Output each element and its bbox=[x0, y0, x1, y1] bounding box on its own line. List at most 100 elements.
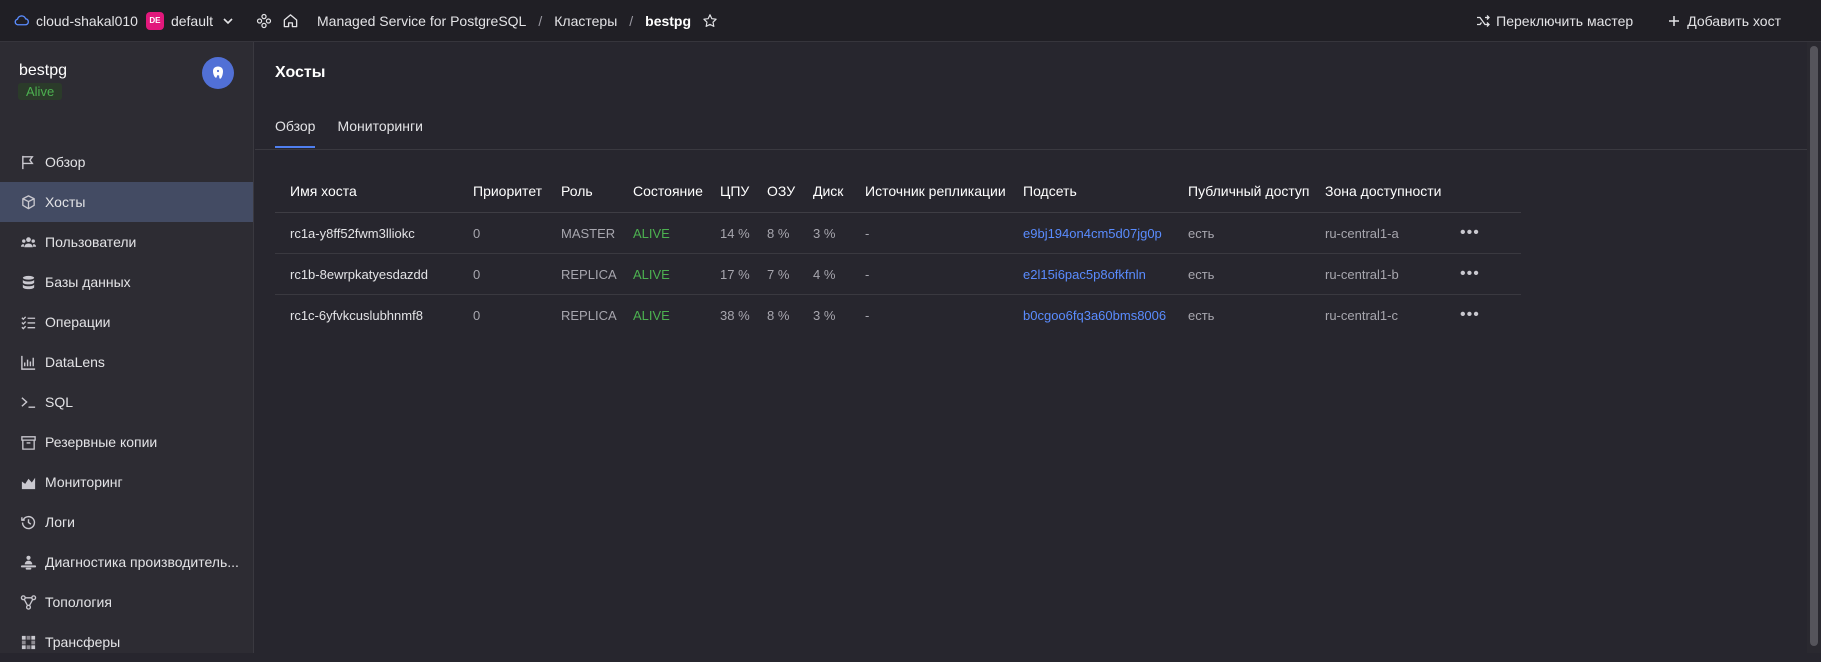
disk: 4 % bbox=[813, 266, 836, 282]
column-header[interactable]: Имя хоста bbox=[275, 183, 458, 199]
column-header[interactable]: Публичный доступ bbox=[1173, 183, 1310, 199]
sidebar-item-label: Базы данных bbox=[45, 274, 131, 290]
sidebar-item-overview[interactable]: Обзор bbox=[0, 142, 253, 182]
subnet-link[interactable]: b0cgoo6fq3a60bms8006 bbox=[1008, 308, 1173, 323]
status-badge: Alive bbox=[18, 83, 63, 100]
sidebar-item-sql[interactable]: SQL bbox=[0, 382, 253, 422]
column-header[interactable]: Подсеть bbox=[1008, 183, 1173, 199]
star-icon[interactable] bbox=[701, 12, 719, 30]
transfer-icon bbox=[19, 633, 37, 651]
shuffle-icon bbox=[1477, 15, 1491, 27]
breadcrumb: Managed Service for PostgreSQL / Кластер… bbox=[317, 12, 692, 29]
subnet-link[interactable]: e9bj194on4cm5d07jg0p bbox=[1008, 226, 1173, 241]
list-check-icon bbox=[19, 313, 37, 331]
tab-overview[interactable]: Обзор bbox=[275, 118, 316, 149]
more-actions-icon[interactable]: ••• bbox=[1445, 265, 1495, 283]
sidebar: bestpg Alive Обзор Хосты Пользователи Ба… bbox=[0, 42, 254, 653]
add-host-label: Добавить хост bbox=[1687, 13, 1781, 29]
column-header[interactable]: Роль bbox=[546, 183, 618, 199]
sidebar-item-logs[interactable]: Логи bbox=[0, 502, 253, 542]
diagnostics-icon bbox=[19, 553, 37, 571]
zone: ru-central1-b bbox=[1325, 266, 1399, 282]
zone: ru-central1-a bbox=[1325, 225, 1399, 241]
topology-icon bbox=[19, 593, 37, 611]
state: ALIVE bbox=[633, 266, 670, 282]
sidebar-item-label: Трансферы bbox=[45, 634, 121, 650]
sidebar-item-backups[interactable]: Резервные копии bbox=[0, 422, 253, 462]
top-bar: cloud-shakal010 DE default Managed Servi… bbox=[0, 0, 1821, 42]
ram: 8 % bbox=[767, 225, 790, 241]
breadcrumb-clusters[interactable]: Кластеры bbox=[554, 13, 617, 29]
column-header[interactable]: ОЗУ bbox=[752, 183, 798, 199]
area-chart-icon bbox=[19, 473, 37, 491]
main-content: Хосты Обзор Мониторинги Имя хоста Приори… bbox=[255, 42, 1807, 653]
host-name: rc1c-6yfvkcuslubhnmf8 bbox=[290, 307, 423, 323]
column-header[interactable]: Приоритет bbox=[458, 183, 546, 199]
page-title: Хосты bbox=[275, 64, 326, 81]
hosts-table: Имя хоста Приоритет Роль Состояние ЦПУ О… bbox=[275, 170, 1521, 335]
breadcrumb-cluster: bestpg bbox=[645, 12, 692, 29]
role: REPLICA bbox=[561, 307, 617, 323]
priority: 0 bbox=[473, 266, 481, 282]
sidebar-item-hosts[interactable]: Хосты bbox=[0, 182, 253, 222]
sidebar-item-users[interactable]: Пользователи bbox=[0, 222, 253, 262]
ram: 8 % bbox=[767, 307, 790, 323]
disk: 3 % bbox=[813, 225, 836, 241]
sidebar-item-label: Операции bbox=[45, 314, 111, 330]
switch-master-label: Переключить мастер bbox=[1496, 13, 1634, 29]
home-icon[interactable] bbox=[281, 12, 299, 30]
host-name: rc1b-8ewrpkatyesdazdd bbox=[290, 266, 429, 282]
sidebar-item-label: Диагностика производитель... bbox=[45, 554, 239, 570]
sidebar-item-label: Резервные копии bbox=[45, 434, 158, 450]
cpu: 38 % bbox=[720, 307, 750, 323]
cloud-selector[interactable]: cloud-shakal010 bbox=[12, 12, 138, 30]
sidebar-item-datalens[interactable]: DataLens bbox=[0, 342, 253, 382]
sidebar-item-transfers[interactable]: Трансферы bbox=[0, 622, 253, 662]
column-header[interactable]: Источник репликации bbox=[850, 183, 1008, 199]
add-host-button[interactable]: Добавить хост bbox=[1667, 13, 1781, 29]
sidebar-nav: Обзор Хосты Пользователи Базы данных Опе… bbox=[0, 142, 253, 662]
cpu: 17 % bbox=[720, 266, 750, 282]
sidebar-item-label: Пользователи bbox=[45, 234, 137, 250]
subnet-link[interactable]: e2l15i6pac5p8ofkfnln bbox=[1008, 267, 1173, 282]
sidebar-item-label: Обзор bbox=[45, 154, 86, 170]
tab-monitoring[interactable]: Мониторинги bbox=[337, 118, 422, 149]
users-icon bbox=[19, 233, 37, 251]
sidebar-item-label: SQL bbox=[45, 394, 74, 410]
breadcrumb-service[interactable]: Managed Service for PostgreSQL bbox=[317, 13, 526, 29]
plus-icon bbox=[1669, 16, 1680, 26]
chevron-down-icon[interactable] bbox=[221, 14, 235, 28]
more-actions-icon[interactable]: ••• bbox=[1445, 306, 1495, 324]
public-access: есть bbox=[1188, 266, 1215, 282]
public-access: есть bbox=[1188, 225, 1215, 241]
column-header[interactable]: Состояние bbox=[618, 183, 705, 199]
more-actions-icon[interactable]: ••• bbox=[1445, 224, 1495, 242]
sidebar-item-databases[interactable]: Базы данных bbox=[0, 262, 253, 302]
sidebar-item-diagnostics[interactable]: Диагностика производитель... bbox=[0, 542, 253, 582]
services-icon[interactable] bbox=[255, 12, 273, 30]
column-header[interactable]: ЦПУ bbox=[705, 183, 752, 199]
sidebar-item-label: DataLens bbox=[45, 354, 105, 370]
sidebar-item-topology[interactable]: Топология bbox=[0, 582, 253, 622]
column-header[interactable]: Зона доступности bbox=[1310, 183, 1445, 199]
history-icon bbox=[19, 513, 37, 531]
sidebar-item-label: Топология bbox=[45, 594, 112, 610]
switch-master-button[interactable]: Переключить мастер bbox=[1476, 13, 1633, 29]
public-access: есть bbox=[1188, 307, 1215, 323]
table-row[interactable]: rc1b-8ewrpkatyesdazdd 0 REPLICA ALIVE 17… bbox=[275, 254, 1521, 295]
sidebar-item-monitoring[interactable]: Мониторинг bbox=[0, 462, 253, 502]
priority: 0 bbox=[473, 307, 481, 323]
table-row[interactable]: rc1a-y8ff52fwm3lliokc 0 MASTER ALIVE 14 … bbox=[275, 213, 1521, 254]
folder-name[interactable]: default bbox=[171, 13, 213, 29]
column-header[interactable]: Диск bbox=[798, 183, 850, 199]
avatar[interactable] bbox=[202, 57, 234, 89]
scrollbar[interactable] bbox=[1807, 42, 1821, 653]
table-row[interactable]: rc1c-6yfvkcuslubhnmf8 0 REPLICA ALIVE 38… bbox=[275, 295, 1521, 335]
cloud-name: cloud-shakal010 bbox=[36, 12, 138, 29]
sidebar-item-label: Хосты bbox=[45, 194, 86, 210]
scrollbar-thumb[interactable] bbox=[1810, 46, 1818, 646]
replication-source: - bbox=[865, 266, 870, 282]
sidebar-item-operations[interactable]: Операции bbox=[0, 302, 253, 342]
sidebar-item-label: Мониторинг bbox=[45, 474, 123, 490]
terminal-icon bbox=[19, 393, 37, 411]
